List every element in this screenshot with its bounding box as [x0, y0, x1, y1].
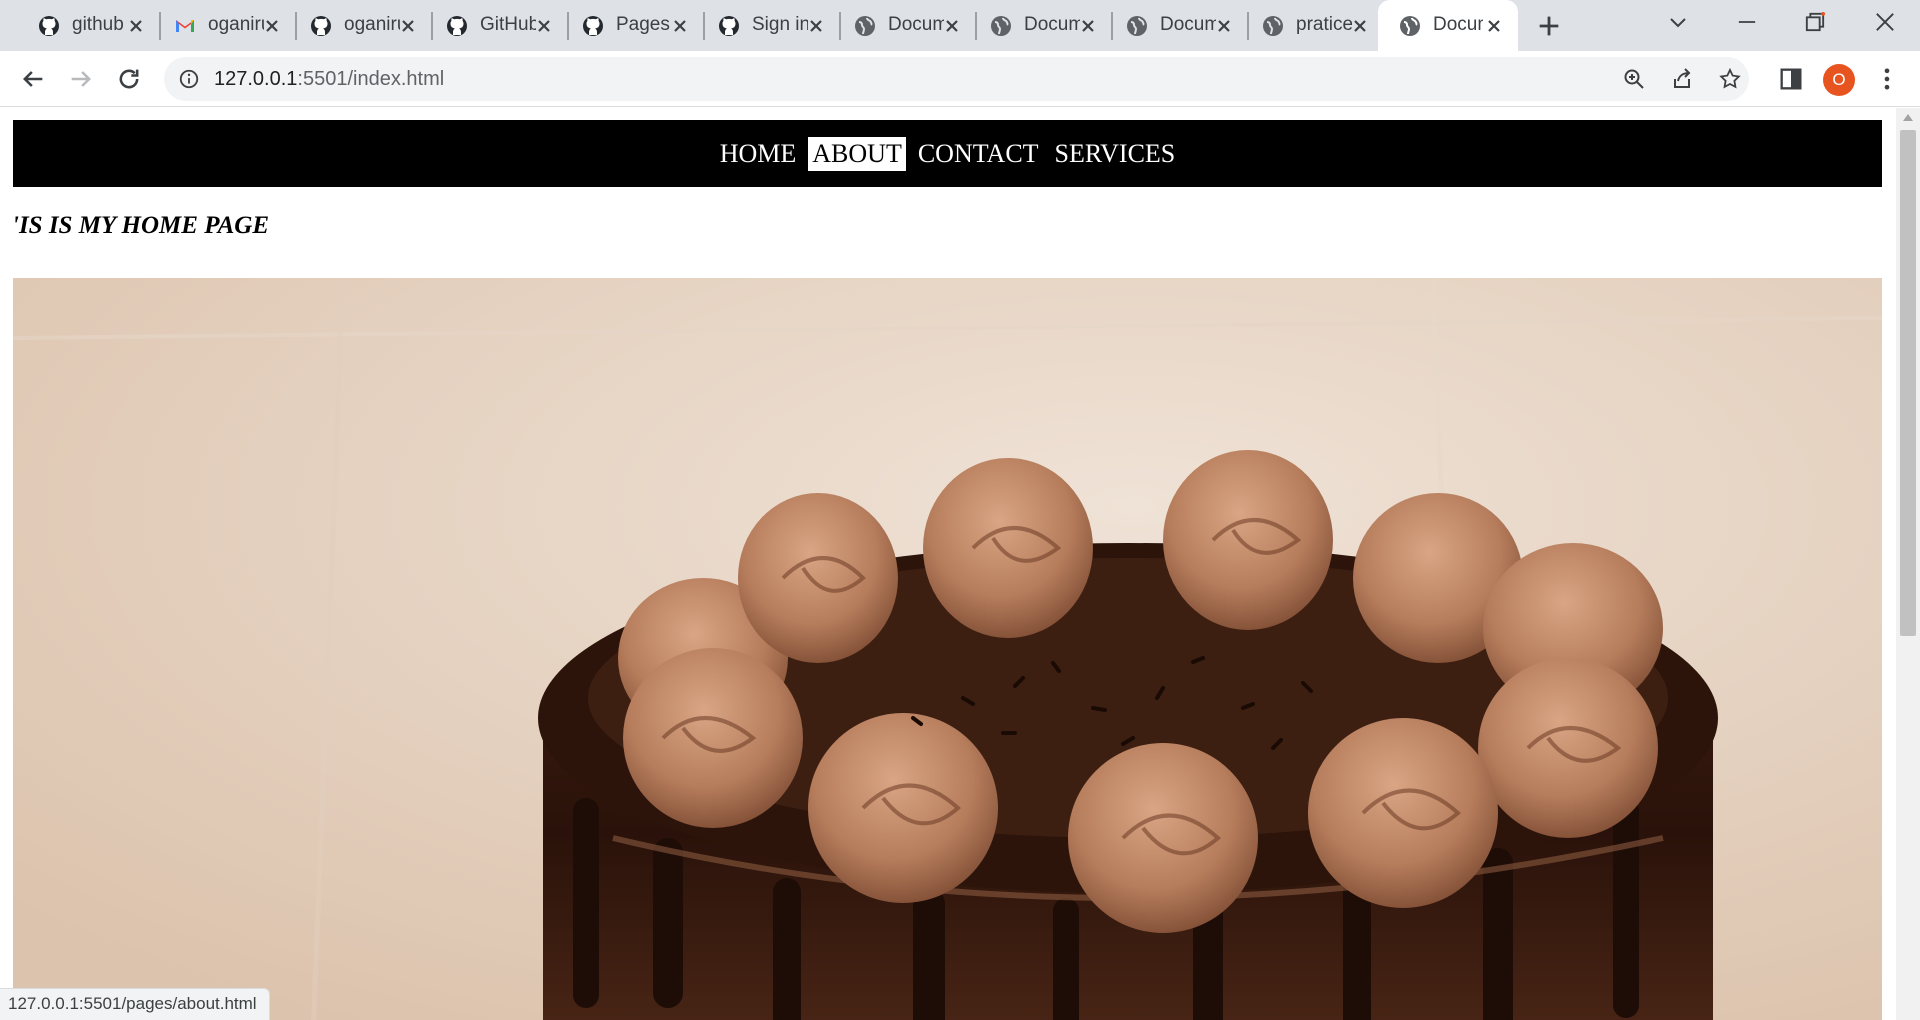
tab-6[interactable]: Sign in [688, 0, 841, 51]
chocolate-cake-photo [13, 278, 1882, 1020]
tab-title: Document [1160, 14, 1216, 35]
link-status-bubble: 127.0.0.1:5501/pages/about.html [0, 988, 270, 1020]
gmail-icon [176, 20, 194, 32]
minimize-icon[interactable] [1733, 8, 1761, 36]
browser-toolbar: 127.0.0.1:5501/index.html O [0, 51, 1920, 107]
tab-title: Document [888, 14, 944, 35]
bookmark-star-icon[interactable] [1718, 67, 1742, 91]
globe-icon [1400, 16, 1420, 36]
tab-8[interactable]: Document [960, 0, 1113, 51]
github-icon [447, 16, 467, 36]
tab-title: Sign in [752, 14, 808, 35]
github-icon [311, 16, 331, 36]
share-icon[interactable] [1670, 67, 1694, 91]
chevron-down-icon[interactable] [1666, 10, 1690, 34]
nav-link-about[interactable]: ABOUT [808, 136, 906, 171]
tab-title: github [72, 14, 124, 35]
site-navbar: HOME ABOUT CONTACT SERVICES [13, 120, 1882, 187]
tab-5[interactable]: Pages [552, 0, 705, 51]
tab-title: Pages [616, 14, 670, 35]
menu-kebab-icon[interactable] [1873, 65, 1901, 93]
tab-11-active[interactable]: Document [1378, 0, 1518, 51]
address-bar[interactable]: 127.0.0.1:5501/index.html [164, 57, 1749, 101]
tab-title: Document [1024, 14, 1080, 35]
nav-link-services[interactable]: SERVICES [1051, 137, 1180, 171]
github-icon [719, 16, 739, 36]
tab-title: oganiru [208, 14, 264, 35]
url-path: :5501/index.html [297, 68, 445, 90]
nav-link-contact[interactable]: CONTACT [914, 137, 1043, 171]
tab-7[interactable]: Document [824, 0, 977, 51]
globe-icon [1263, 16, 1283, 36]
page-viewport: HOME ABOUT CONTACT SERVICES 'IS IS MY HO… [0, 108, 1896, 1020]
profile-avatar[interactable]: O [1823, 64, 1855, 96]
reload-icon[interactable] [115, 65, 143, 93]
tab-strip: github oganiru oganiru GitHub Pages Sign… [0, 0, 1920, 51]
tab-title: pratice [1296, 14, 1352, 35]
nav-link-home[interactable]: HOME [716, 137, 801, 171]
zoom-icon[interactable] [1622, 67, 1646, 91]
tab-2[interactable]: oganiru [144, 0, 297, 51]
url-text[interactable]: 127.0.0.1:5501/index.html [214, 68, 444, 91]
url-host: 127.0.0.1 [214, 68, 298, 90]
close-tab-icon[interactable] [1482, 14, 1506, 38]
tab-3[interactable]: oganiru [280, 0, 433, 51]
page-scrollbar[interactable] [1896, 108, 1920, 1020]
globe-icon [1127, 16, 1147, 36]
globe-icon [991, 16, 1011, 36]
new-tab-icon[interactable] [1535, 12, 1563, 40]
tab-9[interactable]: Document [1096, 0, 1249, 51]
scroll-up-arrow-icon[interactable] [1902, 112, 1914, 122]
tab-10[interactable]: pratice [1232, 0, 1375, 51]
forward-icon[interactable] [67, 65, 95, 93]
tab-4[interactable]: GitHub [416, 0, 569, 51]
tab-title: Document [1433, 14, 1483, 35]
github-icon [583, 16, 603, 36]
restore-icon[interactable] [1801, 8, 1829, 36]
hero-cake-image [13, 278, 1882, 1020]
tab-title: GitHub [480, 14, 536, 35]
info-icon[interactable] [178, 68, 200, 90]
back-icon[interactable] [19, 65, 47, 93]
tab-1[interactable]: github [8, 0, 161, 51]
page-heading: 'IS IS MY HOME PAGE [12, 212, 270, 239]
tab-title: oganiru [344, 14, 400, 35]
close-tab-icon[interactable] [1348, 14, 1372, 38]
scrollbar-thumb[interactable] [1900, 130, 1916, 636]
globe-icon [855, 16, 875, 36]
side-panel-icon[interactable] [1777, 65, 1805, 93]
close-window-icon[interactable] [1871, 8, 1899, 36]
github-icon [39, 16, 59, 36]
